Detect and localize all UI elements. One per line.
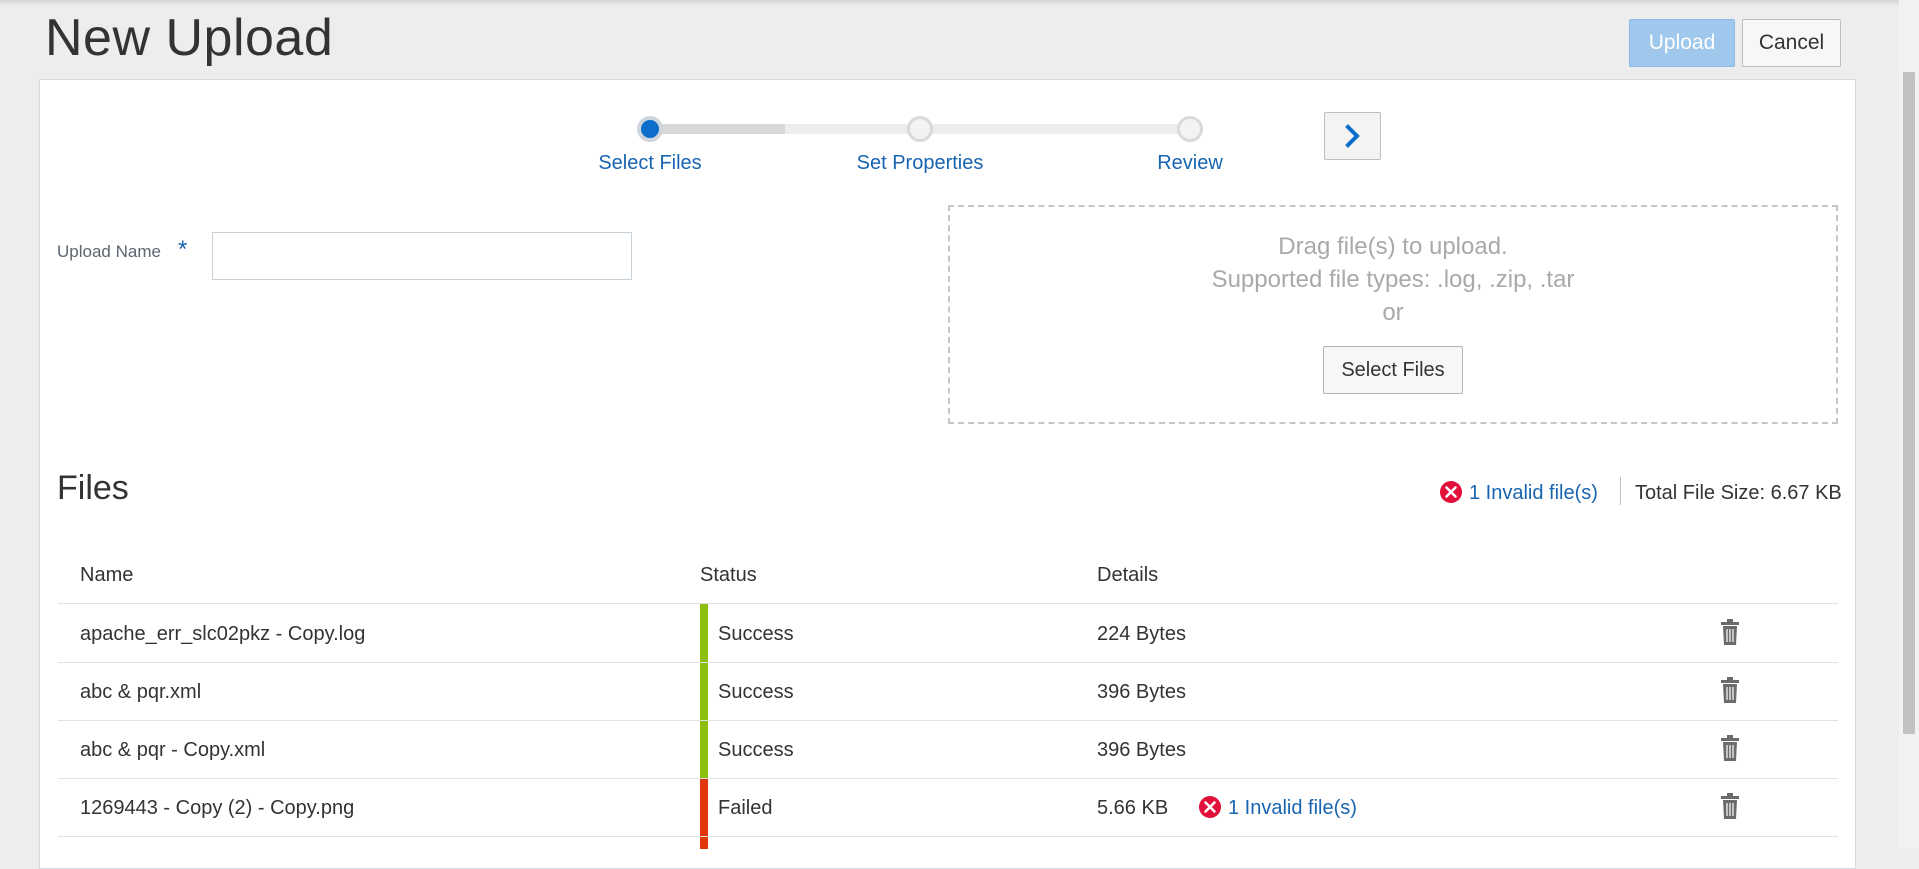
file-status: Success: [718, 681, 794, 703]
next-step-button[interactable]: [1324, 112, 1381, 160]
column-header-name[interactable]: Name: [80, 564, 133, 587]
scrollbar-thumb[interactable]: [1903, 72, 1915, 734]
file-status: Failed: [718, 797, 773, 819]
step-set-properties-dot[interactable]: [907, 116, 933, 142]
vertical-scrollbar[interactable]: [1899, 0, 1919, 849]
status-indicator-failed: [700, 779, 708, 837]
invalid-files-link[interactable]: 1 Invalid file(s): [1469, 482, 1598, 505]
select-files-button[interactable]: Select Files: [1323, 346, 1463, 394]
stepper-progress: [650, 124, 785, 134]
file-status: Success: [718, 623, 794, 645]
trash-icon[interactable]: [1720, 793, 1740, 819]
total-file-size: Total File Size: 6.67 KB: [1635, 482, 1842, 504]
upload-name-label: Upload Name: [57, 242, 161, 261]
row-divider: [58, 720, 1838, 721]
status-indicator-success: [700, 604, 708, 662]
upload-button[interactable]: Upload: [1629, 19, 1735, 67]
dropzone-file-types: Supported file types: .log, .zip, .tar: [1211, 266, 1575, 293]
file-details: 396 Bytes: [1097, 681, 1186, 703]
header-divider: [58, 603, 1838, 604]
trash-icon[interactable]: [1720, 677, 1740, 703]
column-header-status[interactable]: Status: [700, 564, 757, 587]
file-name: abc & pqr.xml: [80, 681, 202, 703]
row-divider: [58, 778, 1838, 779]
row-divider: [58, 662, 1838, 663]
cancel-button[interactable]: Cancel: [1742, 19, 1841, 67]
files-heading: Files: [57, 469, 129, 507]
invalid-file-link[interactable]: 1 Invalid file(s): [1228, 797, 1357, 820]
top-shadow: [0, 0, 1899, 6]
file-name: apache_err_slc02pkz - Copy.log: [80, 623, 366, 645]
upload-name-input[interactable]: [212, 232, 632, 280]
step-select-files-label[interactable]: Select Files: [550, 152, 750, 175]
file-name: 1269443 - Copy (2) - Copy.png: [80, 797, 355, 819]
file-details: 396 Bytes: [1097, 739, 1186, 761]
dropzone-or: or: [1382, 299, 1404, 326]
step-set-properties-label[interactable]: Set Properties: [820, 152, 1020, 175]
error-icon: [1440, 481, 1462, 503]
file-details: 5.66 KB: [1097, 797, 1169, 819]
step-review-label[interactable]: Review: [1090, 152, 1290, 175]
summary-divider: [1620, 477, 1621, 505]
file-status: Success: [718, 739, 794, 761]
trash-icon[interactable]: [1720, 735, 1740, 761]
column-header-details[interactable]: Details: [1097, 564, 1158, 587]
step-select-files-dot[interactable]: [637, 116, 663, 142]
dropzone-instruction: Drag file(s) to upload.: [1278, 233, 1508, 260]
chevron-right-icon: [1344, 124, 1360, 148]
upload-panel: [39, 79, 1856, 869]
file-details: 224 Bytes: [1097, 623, 1186, 645]
status-indicator-failed: [700, 837, 708, 849]
error-icon: [1199, 796, 1221, 818]
required-marker: *: [178, 236, 188, 263]
status-indicator-success: [700, 663, 708, 721]
trash-icon[interactable]: [1720, 619, 1740, 645]
page-title: New Upload: [45, 9, 334, 67]
step-review-dot[interactable]: [1177, 116, 1203, 142]
status-indicator-success: [700, 721, 708, 779]
row-divider: [58, 836, 1838, 837]
file-name: abc & pqr - Copy.xml: [80, 739, 266, 761]
